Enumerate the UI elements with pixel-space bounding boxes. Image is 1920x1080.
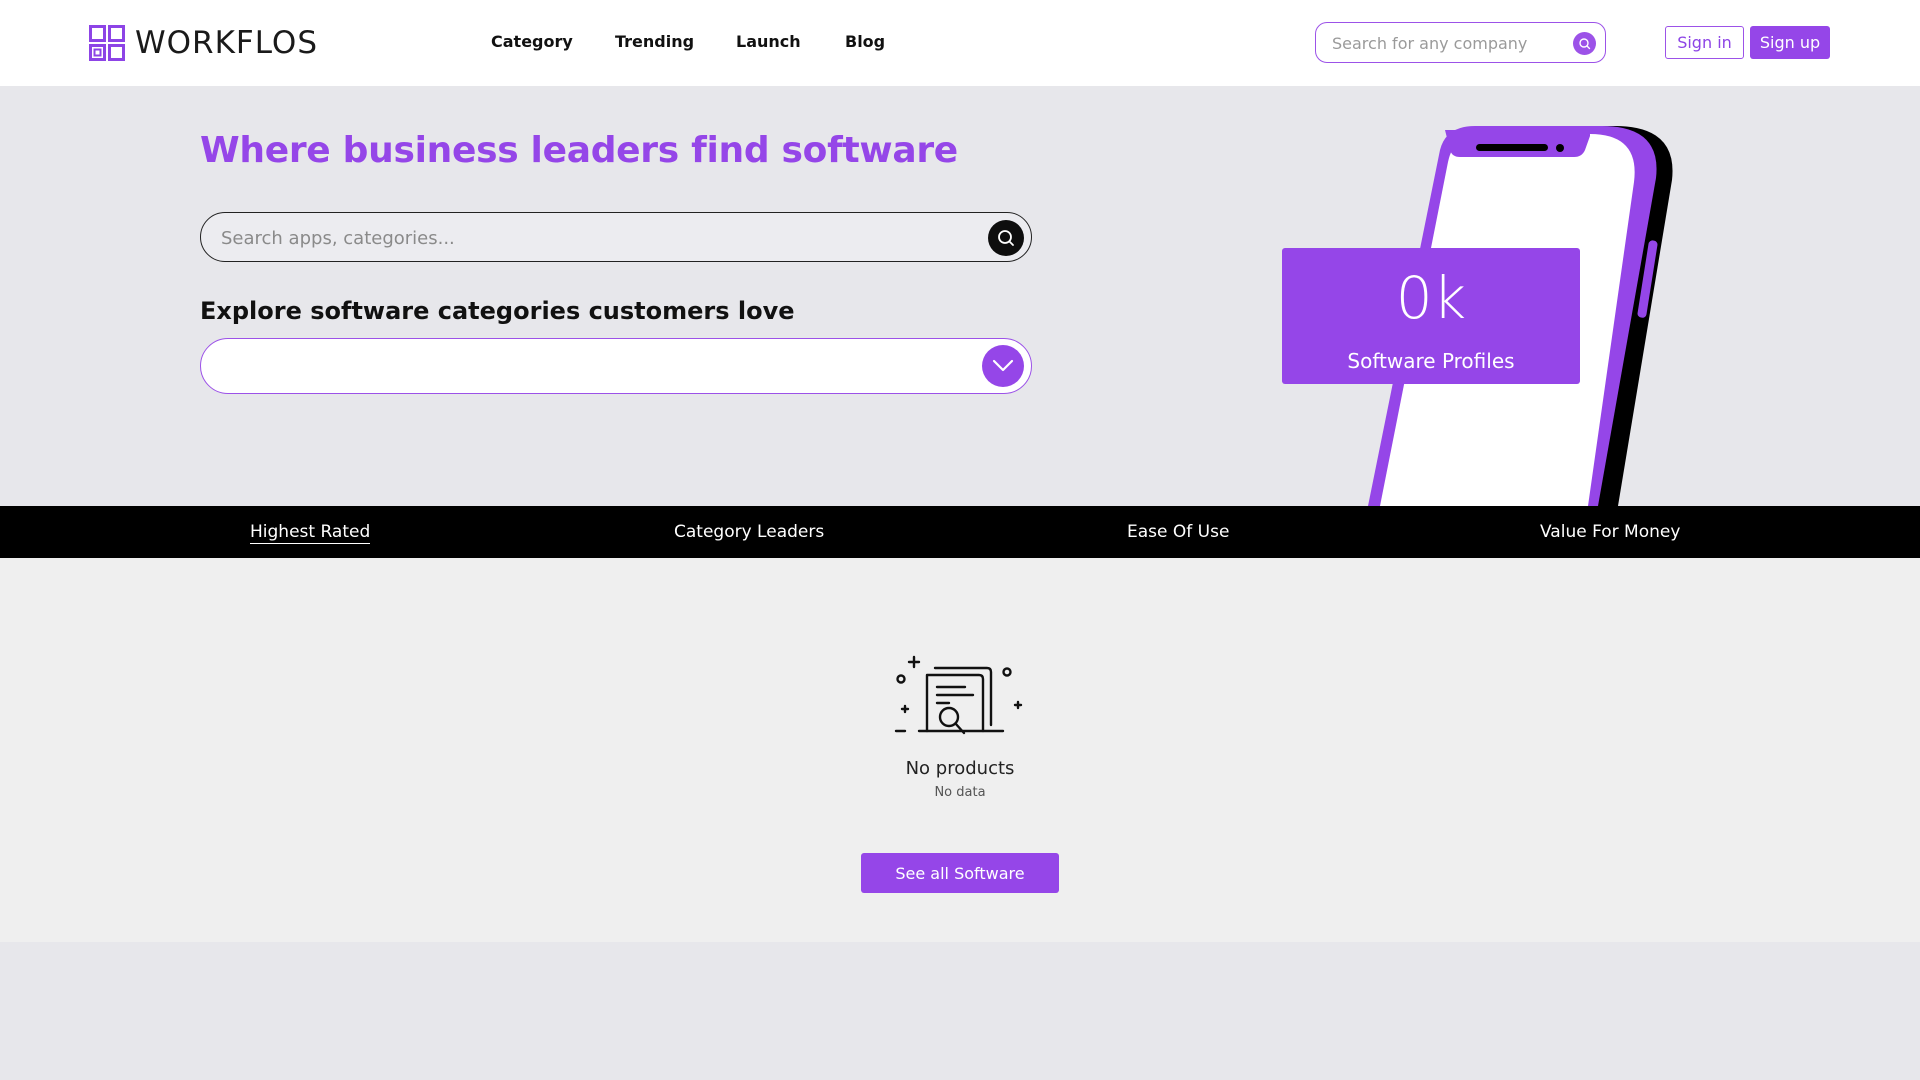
chevron-down-icon bbox=[992, 359, 1014, 372]
nav-category[interactable]: Category bbox=[491, 32, 573, 51]
see-all-software-button[interactable]: See all Software bbox=[861, 853, 1059, 893]
hero-search bbox=[200, 212, 1032, 262]
nav-trending[interactable]: Trending bbox=[615, 32, 694, 51]
category-select[interactable] bbox=[200, 338, 1032, 394]
header: WORKFLOS Category Trending Launch Blog S… bbox=[0, 0, 1920, 86]
logo[interactable]: WORKFLOS bbox=[89, 24, 318, 62]
logo-icon bbox=[89, 25, 125, 61]
sign-in-button[interactable]: Sign in bbox=[1665, 26, 1744, 59]
empty-state-subtitle: No data bbox=[934, 785, 986, 800]
tab-category-leaders[interactable]: Category Leaders bbox=[674, 522, 824, 542]
company-search-button[interactable] bbox=[1573, 32, 1596, 55]
explore-title: Explore software categories customers lo… bbox=[200, 297, 795, 325]
hero-title: Where business leaders find software bbox=[200, 130, 958, 171]
nav-blog[interactable]: Blog bbox=[845, 32, 885, 51]
nav-launch[interactable]: Launch bbox=[736, 32, 801, 51]
tab-value-for-money[interactable]: Value For Money bbox=[1540, 522, 1680, 542]
company-search bbox=[1315, 22, 1606, 63]
search-icon bbox=[1579, 38, 1591, 50]
empty-documents-icon bbox=[894, 655, 1023, 735]
tab-ease-of-use[interactable]: Ease Of Use bbox=[1127, 522, 1229, 542]
tab-bar: Highest Rated Category Leaders Ease Of U… bbox=[0, 506, 1920, 558]
empty-state-title: No products bbox=[905, 758, 1015, 779]
search-icon bbox=[998, 230, 1014, 246]
hero-search-button[interactable] bbox=[988, 220, 1024, 256]
category-dropdown-button[interactable] bbox=[982, 345, 1024, 387]
tab-highest-rated[interactable]: Highest Rated bbox=[250, 522, 371, 544]
company-search-input[interactable] bbox=[1332, 32, 1562, 54]
sign-up-button[interactable]: Sign up bbox=[1750, 26, 1830, 59]
stat-value: 0k bbox=[1395, 264, 1467, 332]
stat-label: Software Profiles bbox=[1347, 349, 1515, 373]
hero-search-input[interactable] bbox=[221, 226, 981, 250]
logo-text: WORKFLOS bbox=[135, 25, 318, 61]
stat-box: 0k Software Profiles bbox=[1282, 248, 1580, 384]
